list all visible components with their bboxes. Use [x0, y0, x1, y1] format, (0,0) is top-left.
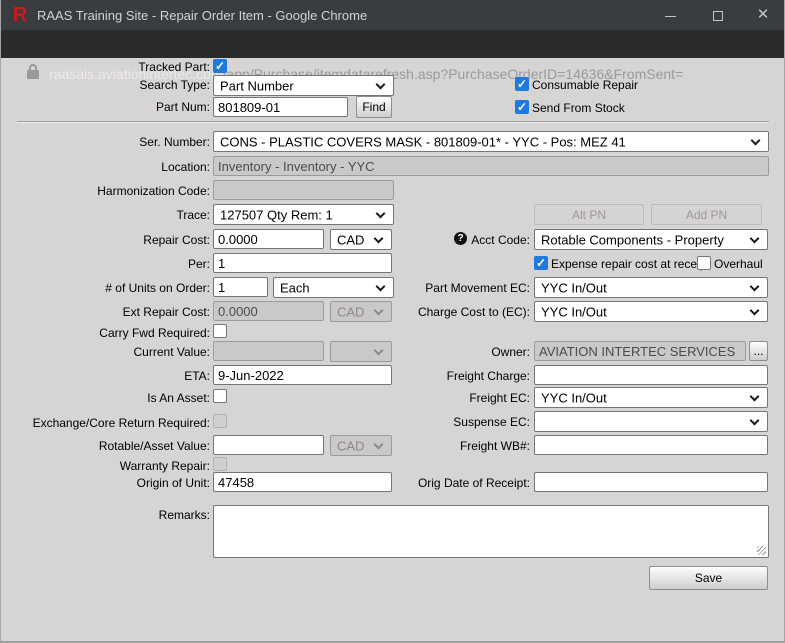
per-label: Per:: [10, 257, 210, 271]
harmonization-code-label: Harmonization Code:: [10, 184, 210, 198]
consumable-repair-label: Consumable Repair: [532, 78, 638, 92]
charge-cost-to-label: Charge Cost to (EC):: [330, 305, 530, 319]
origin-of-unit-label: Origin of Unit:: [10, 476, 210, 490]
trace-select[interactable]: 127507 Qty Rem: 1: [213, 204, 394, 225]
alt-pn-button: Alt PN: [534, 204, 644, 225]
is-an-asset-checkbox[interactable]: [213, 389, 227, 403]
save-button[interactable]: Save: [649, 566, 768, 590]
ext-repair-cost-label: Ext Repair Cost:: [10, 305, 210, 319]
acct-code-label: Acct Code:: [330, 233, 530, 247]
tracked-part-label: Tracked Part:: [10, 60, 210, 74]
location-input: [213, 156, 769, 176]
repair-cost-label: Repair Cost:: [10, 233, 210, 247]
find-button[interactable]: Find: [356, 96, 392, 118]
units-on-order-input[interactable]: [213, 277, 268, 297]
chevron-down-icon: [750, 282, 760, 292]
remarks-textarea[interactable]: [213, 505, 769, 558]
tracked-part-checkbox[interactable]: [213, 59, 227, 73]
orig-date-of-receipt-label: Orig Date of Receipt:: [330, 476, 530, 490]
expense-repair-label: Expense repair cost at receipt: [551, 257, 710, 271]
per-input[interactable]: [213, 253, 392, 273]
remarks-field: [213, 505, 769, 558]
browser-window: R RAAS Training Site - Repair Order Item…: [0, 0, 785, 643]
current-value-label: Current Value:: [10, 345, 210, 359]
overhaul-label: Overhaul: [714, 257, 763, 271]
carry-fwd-label: Carry Fwd Required:: [10, 326, 210, 340]
expense-repair-checkbox[interactable]: [534, 256, 548, 270]
eta-label: ETA:: [10, 369, 210, 383]
owner-input: [534, 341, 746, 361]
ser-number-label: Ser. Number:: [10, 135, 210, 149]
add-pn-button: Add PN: [651, 204, 762, 225]
part-num-input[interactable]: [213, 97, 348, 117]
part-movement-ec-label: Part Movement EC:: [330, 281, 530, 295]
acct-code-value: Rotable Components - Property: [541, 232, 724, 247]
minimize-icon: [665, 16, 676, 17]
owner-browse-button[interactable]: ...: [749, 341, 768, 361]
warranty-repair-checkbox: [213, 457, 227, 471]
consumable-repair-checkbox[interactable]: [515, 77, 529, 91]
acct-code-select[interactable]: Rotable Components - Property: [534, 229, 768, 250]
charge-cost-to-value: YYC In/Out: [541, 304, 607, 319]
search-type-select[interactable]: Part Number: [213, 75, 394, 96]
part-num-label: Part Num:: [10, 100, 210, 114]
minimize-button[interactable]: [650, 0, 690, 30]
maximize-icon: [713, 11, 723, 21]
send-from-stock-checkbox[interactable]: [515, 100, 529, 114]
title-bar: R RAAS Training Site - Repair Order Item…: [1, 0, 785, 30]
search-type-value: Part Number: [220, 78, 294, 93]
maximize-button[interactable]: [698, 0, 738, 30]
rotable-asset-value-label: Rotable/Asset Value:: [10, 439, 210, 453]
exchange-core-label: Exchange/Core Return Required:: [10, 416, 210, 430]
part-movement-ec-select[interactable]: YYC In/Out: [534, 277, 768, 298]
send-from-stock-label: Send From Stock: [532, 101, 625, 115]
repair-cost-input[interactable]: [213, 229, 324, 249]
freight-ec-label: Freight EC:: [330, 391, 530, 405]
ser-number-value: CONS - PLASTIC COVERS MASK - 801809-01* …: [220, 134, 626, 149]
current-value-input: [213, 341, 324, 361]
ser-number-select[interactable]: CONS - PLASTIC COVERS MASK - 801809-01* …: [213, 131, 769, 152]
freight-wb-label: Freight WB#:: [330, 439, 530, 453]
suspense-ec-label: Suspense EC:: [330, 415, 530, 429]
units-on-order-label: # of Units on Order:: [10, 281, 210, 295]
freight-ec-select[interactable]: YYC In/Out: [534, 387, 768, 408]
orig-date-of-receipt-input[interactable]: [534, 472, 768, 492]
search-type-label: Search Type:: [10, 78, 210, 92]
raas-logo-icon: R: [10, 4, 30, 26]
part-movement-ec-value: YYC In/Out: [541, 280, 607, 295]
charge-cost-to-select[interactable]: YYC In/Out: [534, 301, 768, 322]
address-bar[interactable]: raasais.aviationintertec.com/app/Purchas…: [1, 30, 785, 58]
overhaul-checkbox[interactable]: [697, 256, 711, 270]
trace-value: 127507 Qty Rem: 1: [220, 207, 333, 222]
rotable-asset-value-input[interactable]: [213, 435, 324, 455]
close-button[interactable]: ✕: [743, 0, 783, 30]
warranty-repair-label: Warranty Repair:: [10, 459, 210, 473]
section-divider: [17, 121, 769, 123]
owner-label: Owner:: [330, 345, 530, 359]
freight-charge-input[interactable]: [534, 365, 768, 385]
trace-label: Trace:: [10, 208, 210, 222]
location-label: Location:: [10, 160, 210, 174]
chevron-down-icon: [750, 306, 760, 316]
suspense-ec-select[interactable]: [534, 411, 768, 432]
carry-fwd-checkbox[interactable]: [213, 324, 227, 338]
ext-repair-cost-input: [213, 301, 324, 321]
is-an-asset-label: Is An Asset:: [10, 391, 210, 405]
chevron-down-icon: [376, 209, 386, 219]
units-uom-value: Each: [280, 280, 310, 295]
chevron-down-icon: [750, 416, 760, 426]
chevron-down-icon: [376, 80, 386, 90]
exchange-core-checkbox: [213, 414, 227, 428]
chevron-down-icon: [750, 234, 760, 244]
freight-wb-input[interactable]: [534, 435, 768, 455]
chevron-down-icon: [750, 392, 760, 402]
freight-charge-label: Freight Charge:: [330, 369, 530, 383]
window-title: RAAS Training Site - Repair Order Item -…: [37, 8, 367, 23]
remarks-label: Remarks:: [10, 508, 210, 522]
freight-ec-value: YYC In/Out: [541, 390, 607, 405]
harmonization-code-input: [213, 180, 394, 200]
chevron-down-icon: [751, 136, 761, 146]
